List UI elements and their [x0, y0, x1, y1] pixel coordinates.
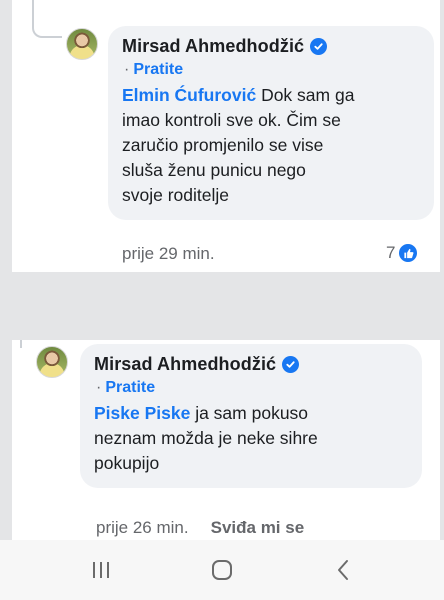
comment-card: Mirsad Ahmedhodžić · Pratite Elmin Ćufuro…: [12, 0, 440, 272]
avatar[interactable]: [66, 28, 98, 60]
follow-link[interactable]: Pratite: [105, 379, 155, 396]
mention-link[interactable]: Elmin Ćufurović: [122, 85, 256, 105]
avatar[interactable]: [36, 346, 68, 378]
back-icon[interactable]: [323, 550, 363, 590]
home-icon[interactable]: [202, 550, 242, 590]
system-navigation-bar: [0, 540, 444, 600]
comment-bubble: Mirsad Ahmedhodžić · Pratite Piske Piske …: [80, 344, 422, 488]
comment-meta: prije 26 min. Sviđa mi se: [96, 518, 304, 538]
comment-author[interactable]: Mirsad Ahmedhodžić: [122, 36, 304, 57]
comment-time[interactable]: prije 29 min.: [122, 244, 215, 263]
reaction-count[interactable]: 7: [386, 242, 420, 264]
like-icon: [397, 242, 420, 264]
comment-time[interactable]: prije 26 min.: [96, 518, 189, 537]
thread-line: [32, 0, 34, 22]
comment-meta: prije 29 min.: [122, 244, 215, 264]
thread-line: [20, 340, 22, 348]
comment-text: Piske Piske ja sam pokuso neznam možda j…: [94, 401, 408, 476]
comment-author[interactable]: Mirsad Ahmedhodžić: [94, 354, 276, 375]
verified-badge-icon: [310, 38, 328, 55]
verified-badge-icon: [282, 356, 300, 373]
comment-text: Elmin Ćufurović Dok sam ga imao kontroli…: [122, 83, 420, 208]
follow-link[interactable]: Pratite: [133, 61, 183, 78]
thread-connector: [32, 20, 62, 38]
like-count: 7: [386, 243, 396, 262]
like-button[interactable]: Sviđa mi se: [211, 518, 305, 537]
comment-bubble: Mirsad Ahmedhodžić · Pratite Elmin Ćufuro…: [108, 26, 434, 220]
recent-apps-icon[interactable]: [81, 550, 121, 590]
mention-link[interactable]: Piske Piske: [94, 403, 190, 423]
